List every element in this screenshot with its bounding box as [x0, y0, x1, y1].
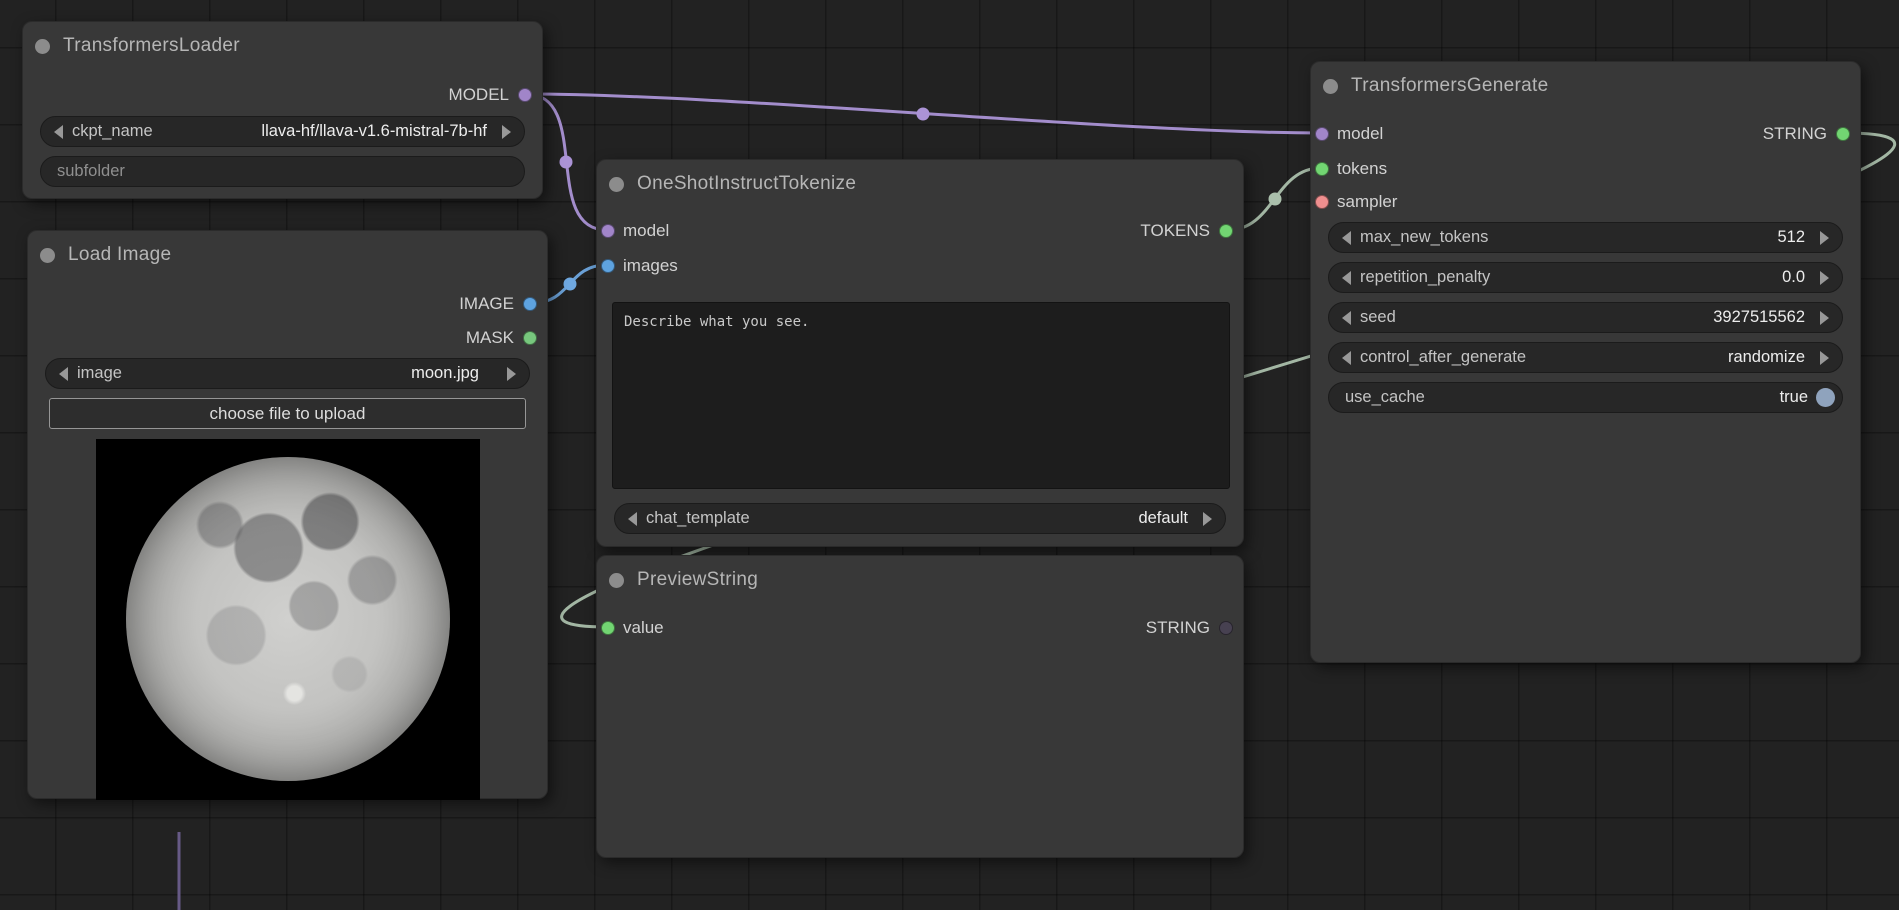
input-port-tokens[interactable]	[1315, 162, 1329, 176]
arrow-right-icon[interactable]	[1820, 271, 1829, 285]
input-label-model: model	[1337, 123, 1383, 145]
output-port-image[interactable]	[523, 297, 537, 311]
control-after-generate-widget[interactable]: control_after_generate randomize	[1328, 342, 1843, 373]
wire-midpoint-dot	[1269, 193, 1282, 206]
node-transformers-generate[interactable]: TransformersGenerate model tokens sample…	[1310, 61, 1861, 663]
node-graph-canvas[interactable]: TransformersLoader MODEL ckpt_name llava…	[0, 0, 1899, 910]
node-one-shot-instruct-tokenize[interactable]: OneShotInstructTokenize model images TOK…	[596, 159, 1244, 547]
toggle-on-icon[interactable]	[1816, 388, 1835, 407]
collapse-dot-icon[interactable]	[1323, 79, 1338, 94]
image-combo-widget[interactable]: image moon.jpg	[45, 358, 530, 389]
wire-model-to-generate	[526, 94, 1321, 133]
output-port-model[interactable]	[518, 88, 532, 102]
moon-image	[126, 457, 450, 781]
repetition-penalty-widget[interactable]: repetition_penalty 0.0	[1328, 262, 1843, 293]
widget-value: true	[1780, 388, 1808, 407]
widget-label: chat_template	[646, 509, 750, 528]
output-label-tokens: TOKENS	[1140, 220, 1210, 242]
node-title: Load Image	[68, 244, 171, 266]
widget-label: max_new_tokens	[1360, 228, 1488, 247]
arrow-left-icon[interactable]	[1342, 311, 1351, 325]
input-label-value: value	[623, 617, 664, 639]
seed-widget[interactable]: seed 3927515562	[1328, 302, 1843, 333]
input-label-model: model	[623, 220, 669, 242]
node-title: OneShotInstructTokenize	[637, 173, 856, 195]
ckpt-name-combo-widget[interactable]: ckpt_name llava-hf/llava-v1.6-mistral-7b…	[40, 116, 525, 147]
node-title-bar: TransformersGenerate	[1311, 62, 1860, 110]
chat-template-combo-widget[interactable]: chat_template default	[614, 503, 1226, 534]
prompt-textarea[interactable]: Describe what you see.	[612, 302, 1230, 489]
widget-value: randomize	[1728, 348, 1805, 367]
collapse-dot-icon[interactable]	[609, 177, 624, 192]
arrow-right-icon[interactable]	[507, 367, 516, 381]
use-cache-toggle-widget[interactable]: use_cache true	[1328, 382, 1843, 413]
widget-label: ckpt_name	[72, 122, 153, 141]
arrow-right-icon[interactable]	[1203, 512, 1212, 526]
arrow-right-icon[interactable]	[1820, 231, 1829, 245]
widget-placeholder: subfolder	[57, 162, 125, 181]
widget-label: repetition_penalty	[1360, 268, 1490, 287]
collapse-dot-icon[interactable]	[40, 248, 55, 263]
node-title-bar: PreviewString	[597, 556, 1243, 604]
output-label-string: STRING	[1146, 617, 1210, 639]
widget-value: 512	[1777, 228, 1805, 247]
output-label-image: IMAGE	[459, 293, 514, 315]
collapse-dot-icon[interactable]	[609, 573, 624, 588]
upload-file-button[interactable]: choose file to upload	[49, 398, 526, 429]
output-port-mask[interactable]	[523, 331, 537, 345]
widget-label: control_after_generate	[1360, 348, 1526, 367]
widget-label: use_cache	[1345, 388, 1425, 407]
node-transformers-loader[interactable]: TransformersLoader MODEL ckpt_name llava…	[22, 21, 543, 199]
output-port-string[interactable]	[1219, 621, 1233, 635]
node-load-image[interactable]: Load Image IMAGE MASK image moon.jpg cho…	[27, 230, 548, 799]
input-label-images: images	[623, 255, 678, 277]
wire-midpoint-dot	[917, 108, 930, 121]
widget-label: seed	[1360, 308, 1396, 327]
node-title: TransformersLoader	[63, 35, 240, 57]
node-preview-string[interactable]: PreviewString value STRING	[596, 555, 1244, 858]
input-port-model[interactable]	[1315, 127, 1329, 141]
arrow-left-icon[interactable]	[628, 512, 637, 526]
input-label-tokens: tokens	[1337, 158, 1387, 180]
node-title-bar: Load Image	[28, 231, 547, 279]
subfolder-text-widget[interactable]: subfolder	[40, 156, 525, 187]
output-label-mask: MASK	[466, 327, 514, 349]
widget-value: default	[1138, 509, 1188, 528]
input-port-images[interactable]	[601, 259, 615, 273]
image-preview	[96, 439, 480, 800]
widget-value: 3927515562	[1713, 308, 1805, 327]
widget-value: moon.jpg	[411, 364, 479, 383]
node-title: PreviewString	[637, 569, 758, 591]
node-title: TransformersGenerate	[1351, 75, 1548, 97]
output-port-string[interactable]	[1836, 127, 1850, 141]
input-label-sampler: sampler	[1337, 191, 1397, 213]
arrow-right-icon[interactable]	[502, 125, 511, 139]
input-port-model[interactable]	[601, 224, 615, 238]
widget-value: llava-hf/llava-v1.6-mistral-7b-hf	[261, 122, 487, 141]
output-label-model: MODEL	[449, 84, 509, 106]
output-label-string: STRING	[1763, 123, 1827, 145]
widget-label: image	[77, 364, 122, 383]
max-new-tokens-widget[interactable]: max_new_tokens 512	[1328, 222, 1843, 253]
collapse-dot-icon[interactable]	[35, 39, 50, 54]
arrow-right-icon[interactable]	[1820, 311, 1829, 325]
arrow-left-icon[interactable]	[54, 125, 63, 139]
widget-value: 0.0	[1782, 268, 1805, 287]
node-title-bar: OneShotInstructTokenize	[597, 160, 1243, 208]
arrow-right-icon[interactable]	[1820, 351, 1829, 365]
arrow-left-icon[interactable]	[1342, 231, 1351, 245]
arrow-left-icon[interactable]	[59, 367, 68, 381]
node-title-bar: TransformersLoader	[23, 22, 542, 70]
wire-midpoint-dot	[564, 278, 577, 291]
arrow-left-icon[interactable]	[1342, 271, 1351, 285]
output-port-tokens[interactable]	[1219, 224, 1233, 238]
arrow-left-icon[interactable]	[1342, 351, 1351, 365]
wire-midpoint-dot	[560, 156, 573, 169]
input-port-value[interactable]	[601, 621, 615, 635]
input-port-sampler[interactable]	[1315, 195, 1329, 209]
